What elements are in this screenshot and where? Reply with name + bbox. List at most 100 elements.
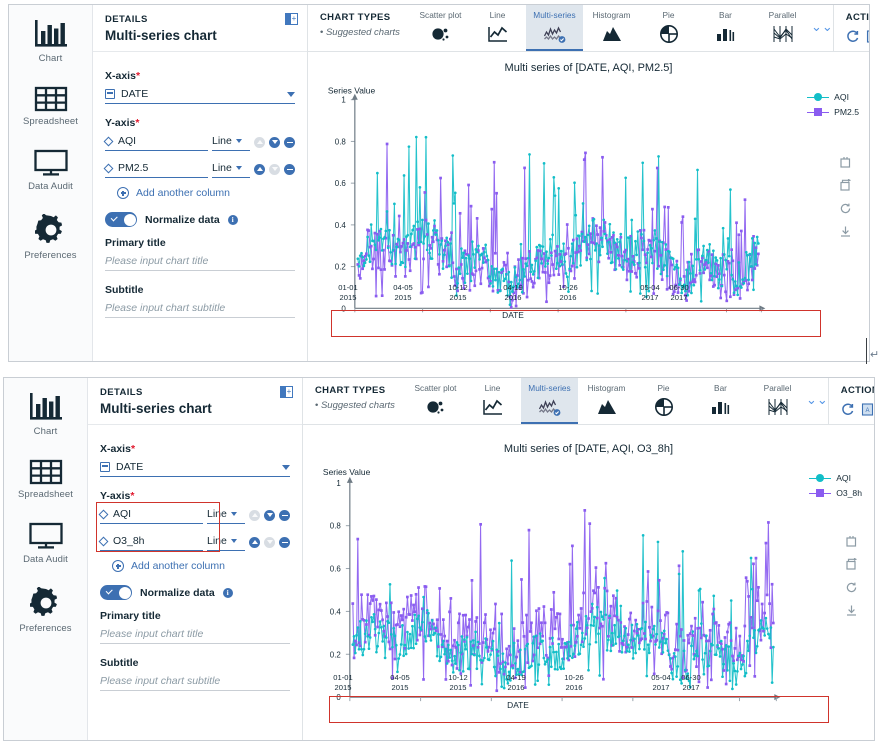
suggested-charts-label: Suggested charts (320, 27, 412, 38)
export-code-icon[interactable]: A (866, 30, 869, 43)
required-marker: * (135, 117, 140, 129)
legend-item[interactable]: AQI (807, 92, 859, 102)
more-chart-types[interactable]: ⌄⌄ (806, 378, 828, 424)
y-series-type-select[interactable]: Line (212, 160, 250, 178)
legend-item[interactable]: AQI (809, 473, 862, 483)
move-up-button[interactable] (249, 536, 260, 548)
restore-icon[interactable] (839, 202, 852, 215)
zoom-back-icon[interactable] (839, 178, 852, 192)
sidebar-item-spreadsheet[interactable]: Spreadsheet (4, 459, 88, 500)
legend-label: AQI (834, 92, 849, 102)
chart-type-pie[interactable]: Pie (640, 5, 697, 51)
move-down-button[interactable] (269, 136, 280, 148)
chart-type-scatter-plot[interactable]: Scatter plot (412, 5, 469, 51)
chevron-down-icon (230, 512, 237, 516)
toggle-knob (118, 586, 131, 599)
y-axis-row: O3_8h Line (98, 533, 290, 551)
chart-type-pie[interactable]: Pie (635, 378, 692, 424)
move-up-button[interactable] (249, 509, 260, 521)
move-down-button[interactable] (269, 163, 280, 175)
subtitle-field[interactable]: Please input chart subtitle (105, 300, 295, 318)
sidebar-item-label: Preferences (19, 623, 72, 634)
sidebar-item-label: Chart (33, 426, 58, 437)
pie-chart-icon (659, 23, 679, 45)
legend-item[interactable]: O3_8h (809, 488, 862, 498)
chart-type-line[interactable]: Line (469, 5, 526, 51)
sidebar-item-chart[interactable]: Chart (9, 19, 93, 64)
legend-label: AQI (836, 473, 851, 483)
actions-section: ACTIONS A (827, 378, 874, 424)
x-axis-select[interactable]: DATE (100, 459, 290, 477)
refresh-icon[interactable] (841, 403, 854, 416)
y-series-type-select[interactable]: Line (207, 533, 245, 551)
remove-column-button[interactable] (284, 136, 295, 148)
move-up-button[interactable] (254, 163, 265, 175)
pie-chart-icon (654, 396, 674, 418)
y-column-input[interactable]: PM2.5 (103, 160, 208, 178)
move-down-button[interactable] (264, 536, 275, 548)
remove-column-button[interactable] (284, 163, 295, 175)
y-series-type-select[interactable]: Line (212, 133, 250, 151)
chart-type-scatter-plot[interactable]: Scatter plot (407, 378, 464, 424)
sidebar-item-label: Spreadsheet (18, 489, 73, 500)
sidebar-item-preferences[interactable]: Preferences (9, 214, 93, 261)
chart-type-bar[interactable]: Bar (697, 5, 754, 51)
sidebar-item-spreadsheet[interactable]: Spreadsheet (9, 86, 93, 127)
y-axis-label-text: Y-axis (100, 490, 131, 502)
sidebar-item-data-audit[interactable]: Data Audit (9, 149, 93, 192)
info-icon[interactable]: i (227, 214, 238, 225)
sidebar-item-chart[interactable]: Chart (4, 392, 88, 437)
remove-column-button[interactable] (279, 509, 290, 521)
y-column-input[interactable]: AQI (103, 133, 208, 151)
y-column-input[interactable]: O3_8h (98, 533, 203, 551)
add-another-column-button[interactable]: Add another column (117, 187, 295, 199)
chart-type-parallel[interactable]: Parallel (749, 378, 806, 424)
chart-types-bar: CHART TYPES Suggested charts Scatter plo… (303, 378, 874, 425)
add-another-column-button[interactable]: Add another column (112, 560, 290, 572)
chart-type-histogram[interactable]: Histogram (583, 5, 640, 51)
chart-type-parallel[interactable]: Parallel (754, 5, 811, 51)
actions-icon-row: A (846, 30, 869, 43)
chart-type-multi-series[interactable]: Multi-series (526, 5, 583, 51)
histogram-icon (601, 23, 623, 45)
y-column-input[interactable]: AQI (98, 506, 203, 524)
x-axis-select[interactable]: DATE (105, 86, 295, 104)
chart-type-line[interactable]: Line (464, 378, 521, 424)
info-icon[interactable]: i (222, 587, 233, 598)
zoom-back-icon[interactable] (845, 557, 858, 571)
normalize-toggle[interactable] (105, 212, 137, 227)
plus-circle-icon (117, 187, 129, 199)
download-icon[interactable] (839, 225, 852, 238)
y-series-type-select[interactable]: Line (207, 506, 245, 524)
more-chart-types[interactable]: ⌄⌄ (811, 5, 833, 51)
zoom-box-icon[interactable] (839, 156, 852, 169)
sidebar-item-data-audit[interactable]: Data Audit (4, 522, 88, 565)
parallel-coords-icon (771, 23, 795, 45)
primary-title-field[interactable]: Please input chart title (100, 626, 290, 644)
move-down-button[interactable] (264, 509, 275, 521)
panel-collapse-icon[interactable]: + (285, 13, 298, 25)
chart-type-bar[interactable]: Bar (692, 378, 749, 424)
y-axis-title: Series Value (328, 86, 376, 96)
sidebar-item-preferences[interactable]: Preferences (4, 587, 88, 634)
chart-legend-bottom: AQI O3_8h (809, 473, 862, 503)
legend-item[interactable]: PM2.5 (807, 107, 859, 117)
refresh-icon[interactable] (846, 30, 859, 43)
primary-title-field[interactable]: Please input chart title (105, 253, 295, 271)
subtitle-field[interactable]: Please input chart subtitle (100, 673, 290, 691)
measure-icon (98, 509, 109, 519)
zoom-box-icon[interactable] (845, 535, 858, 548)
remove-column-button[interactable] (279, 536, 290, 548)
panel-collapse-icon[interactable]: + (280, 386, 293, 398)
move-up-button[interactable] (254, 136, 265, 148)
legend-label: PM2.5 (834, 107, 859, 117)
restore-icon[interactable] (845, 581, 858, 594)
download-icon[interactable] (845, 604, 858, 617)
details-kicker: DETAILS (100, 387, 143, 398)
chart-type-histogram[interactable]: Histogram (578, 378, 635, 424)
primary-title-placeholder: Please input chart title (100, 628, 204, 640)
chart-types-heading: CHART TYPES Suggested charts (308, 5, 412, 51)
chart-type-multi-series[interactable]: Multi-series (521, 378, 578, 424)
normalize-toggle[interactable] (100, 585, 132, 600)
export-code-icon[interactable]: A (861, 403, 874, 416)
